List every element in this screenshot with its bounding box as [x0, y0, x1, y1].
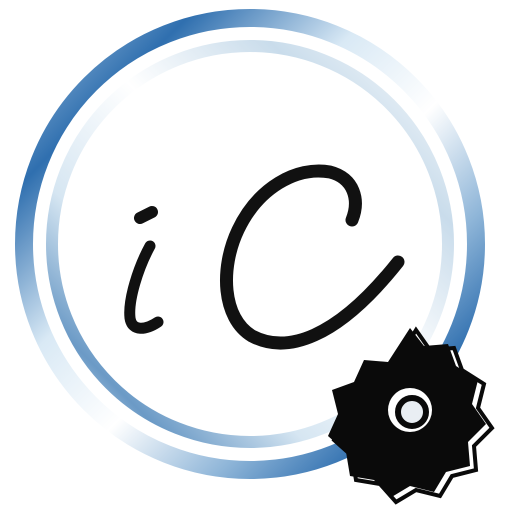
gear-hole-inner [395, 395, 429, 429]
app-icon-svg [15, 9, 495, 505]
monogram-i-stem [124, 240, 164, 334]
monogram [124, 164, 405, 350]
gear-icon [328, 326, 495, 505]
monogram-c [220, 164, 405, 350]
app-icon [0, 0, 512, 512]
monogram-i-dot [134, 206, 158, 224]
